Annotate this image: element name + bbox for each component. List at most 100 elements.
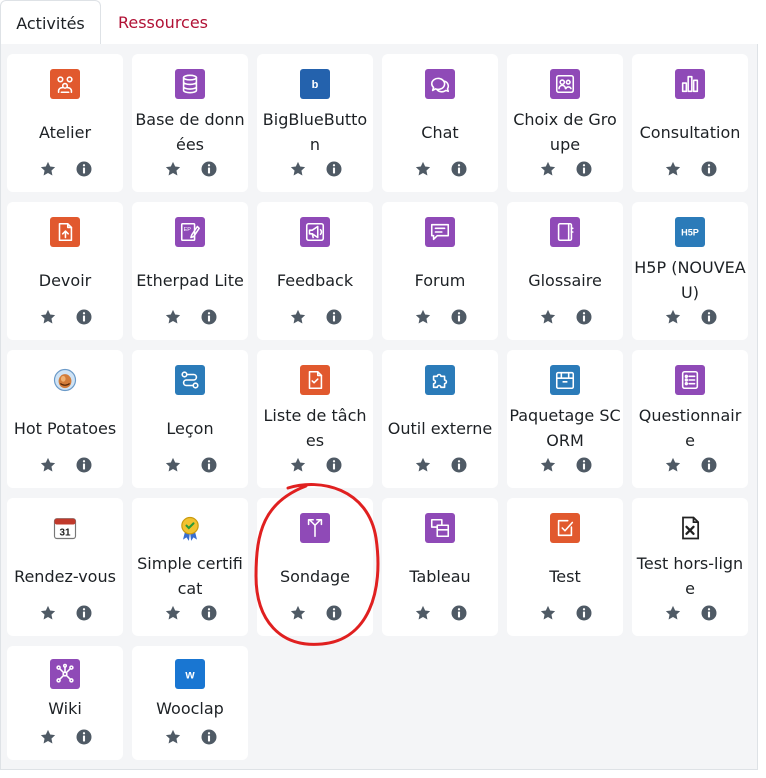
activity-tile-test-hors-ligne[interactable]: Test hors-ligne	[632, 498, 748, 636]
info-icon[interactable]	[325, 160, 343, 178]
activity-tile-bigbluebutton[interactable]: b BigBlueButton	[257, 54, 373, 192]
activity-tile-choix-de-groupe[interactable]: Choix de Groupe	[507, 54, 623, 192]
activity-label: Devoir	[38, 270, 92, 290]
info-icon[interactable]	[75, 456, 93, 474]
activity-tile-wooclap[interactable]: w Wooclap	[132, 646, 248, 760]
star-icon[interactable]	[539, 308, 557, 326]
activity-tile-rendez-vous[interactable]: 31 Rendez-vous	[7, 498, 123, 636]
activity-tile-outil-externe[interactable]: Outil externe	[382, 350, 498, 488]
questionnaire-list-icon	[675, 365, 705, 395]
activity-label: Rendez-vous	[14, 566, 116, 586]
star-icon[interactable]	[289, 456, 307, 474]
info-icon[interactable]	[450, 160, 468, 178]
info-icon[interactable]	[75, 728, 93, 746]
activity-tile-atelier[interactable]: Atelier	[7, 54, 123, 192]
activity-tile-consultation[interactable]: Consultation	[632, 54, 748, 192]
info-icon[interactable]	[325, 456, 343, 474]
star-icon[interactable]	[289, 160, 307, 178]
info-icon[interactable]	[700, 160, 718, 178]
info-icon[interactable]	[200, 308, 218, 326]
activity-label: Test	[549, 566, 581, 586]
star-icon[interactable]	[39, 728, 57, 746]
star-icon[interactable]	[39, 456, 57, 474]
star-icon[interactable]	[414, 604, 432, 622]
star-icon[interactable]	[664, 604, 682, 622]
info-icon[interactable]	[200, 604, 218, 622]
info-icon[interactable]	[450, 456, 468, 474]
activity-tile-questionnaire[interactable]: Questionnaire	[632, 350, 748, 488]
star-icon[interactable]	[164, 456, 182, 474]
forum-icon	[425, 217, 455, 247]
info-icon[interactable]	[200, 456, 218, 474]
svg-text:EP: EP	[184, 227, 192, 233]
wooclap-icon: w	[175, 659, 205, 689]
star-icon[interactable]	[539, 604, 557, 622]
info-icon[interactable]	[575, 308, 593, 326]
info-icon[interactable]	[450, 308, 468, 326]
star-icon[interactable]	[164, 308, 182, 326]
info-icon[interactable]	[700, 456, 718, 474]
star-icon[interactable]	[414, 160, 432, 178]
info-icon[interactable]	[325, 604, 343, 622]
activity-tile-wiki[interactable]: Wiki	[7, 646, 123, 760]
activity-tile-simple-certificat[interactable]: Simple certificat	[132, 498, 248, 636]
activity-tile-devoir[interactable]: Devoir	[7, 202, 123, 340]
tab-bar: Activités Ressources	[0, 0, 766, 45]
star-icon[interactable]	[664, 160, 682, 178]
star-icon[interactable]	[164, 604, 182, 622]
star-icon[interactable]	[164, 160, 182, 178]
activity-label: Hot Potatoes	[13, 418, 117, 438]
info-icon[interactable]	[575, 456, 593, 474]
activity-tile-liste-de-taches[interactable]: Liste de tâches	[257, 350, 373, 488]
activity-label: Outil externe	[387, 418, 493, 438]
activity-tile-paquetage-scorm[interactable]: Paquetage SCORM	[507, 350, 623, 488]
info-icon[interactable]	[575, 160, 593, 178]
info-icon[interactable]	[75, 604, 93, 622]
star-icon[interactable]	[289, 308, 307, 326]
star-icon[interactable]	[39, 160, 57, 178]
info-icon[interactable]	[75, 308, 93, 326]
activity-tile-forum[interactable]: Forum	[382, 202, 498, 340]
activity-tile-tableau[interactable]: Tableau	[382, 498, 498, 636]
info-icon[interactable]	[575, 604, 593, 622]
activity-label: BigBlueButton	[262, 110, 368, 154]
info-icon[interactable]	[450, 604, 468, 622]
star-icon[interactable]	[39, 604, 57, 622]
info-icon[interactable]	[700, 604, 718, 622]
board-icon	[425, 513, 455, 543]
info-icon[interactable]	[200, 160, 218, 178]
puzzle-icon	[425, 365, 455, 395]
star-icon[interactable]	[539, 160, 557, 178]
star-icon[interactable]	[164, 728, 182, 746]
activity-tile-hot-potatoes[interactable]: Hot Potatoes	[7, 350, 123, 488]
activity-label: Choix de Groupe	[513, 110, 617, 154]
star-icon[interactable]	[289, 604, 307, 622]
tab-activities[interactable]: Activités	[0, 0, 101, 45]
activity-tile-feedback[interactable]: Feedback	[257, 202, 373, 340]
activity-tile-test[interactable]: Test	[507, 498, 623, 636]
info-icon[interactable]	[325, 308, 343, 326]
activity-tile-lecon[interactable]: Leçon	[132, 350, 248, 488]
star-icon[interactable]	[414, 456, 432, 474]
star-icon[interactable]	[39, 308, 57, 326]
star-icon[interactable]	[414, 308, 432, 326]
info-icon[interactable]	[700, 308, 718, 326]
info-icon[interactable]	[75, 160, 93, 178]
info-icon[interactable]	[200, 728, 218, 746]
activity-tile-h5p-nouveau[interactable]: H5P H5P (NOUVEAU)	[632, 202, 748, 340]
activity-tile-glossaire[interactable]: Glossaire	[507, 202, 623, 340]
star-icon[interactable]	[664, 456, 682, 474]
workshop-icon	[50, 69, 80, 99]
star-icon[interactable]	[539, 456, 557, 474]
lesson-path-icon	[175, 365, 205, 395]
star-icon[interactable]	[664, 308, 682, 326]
activity-tile-chat[interactable]: Chat	[382, 54, 498, 192]
activity-label: H5P (NOUVEAU)	[634, 258, 746, 302]
activity-label: Paquetage SCORM	[509, 406, 621, 450]
activity-tile-etherpad-lite[interactable]: EP Etherpad Lite	[132, 202, 248, 340]
activity-label: Base de données	[135, 110, 245, 154]
activity-label: Etherpad Lite	[136, 270, 244, 290]
activity-tile-base-de-donnees[interactable]: Base de données	[132, 54, 248, 192]
activity-tile-sondage[interactable]: Sondage	[257, 498, 373, 636]
tab-resources[interactable]: Ressources	[104, 0, 222, 45]
